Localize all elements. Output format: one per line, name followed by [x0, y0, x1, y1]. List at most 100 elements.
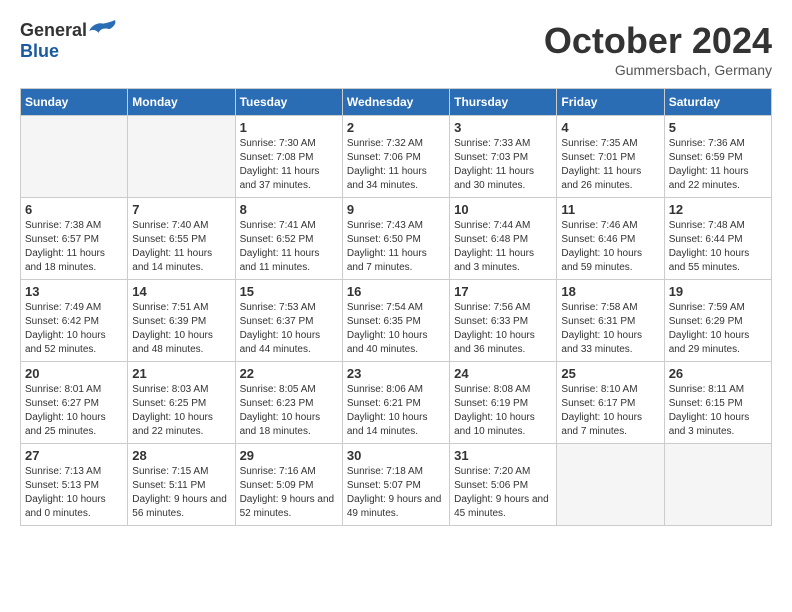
logo-bird-icon [89, 20, 117, 42]
day-number: 30 [347, 448, 445, 463]
calendar-cell: 25 Sunrise: 8:10 AMSunset: 6:17 PMDayligh… [557, 362, 664, 444]
calendar-cell: 11 Sunrise: 7:46 AMSunset: 6:46 PMDayligh… [557, 198, 664, 280]
calendar-cell: 19Sunrise: 7:59 AMSunset: 6:29 PMDayligh… [664, 280, 771, 362]
day-number: 29 [240, 448, 338, 463]
calendar-cell: 21Sunrise: 8:03 AMSunset: 6:25 PMDayligh… [128, 362, 235, 444]
calendar-cell: 5 Sunrise: 7:36 AMSunset: 6:59 PMDaylight… [664, 116, 771, 198]
day-header-tuesday: Tuesday [235, 89, 342, 116]
calendar-cell: 12Sunrise: 7:48 AMSunset: 6:44 PMDayligh… [664, 198, 771, 280]
day-number: 23 [347, 366, 445, 381]
logo-general: General [20, 21, 87, 41]
calendar-cell [557, 444, 664, 526]
logo: General Blue [20, 20, 117, 62]
calendar-cell: 22 Sunrise: 8:05 AMSunset: 6:23 PMDayligh… [235, 362, 342, 444]
day-number: 7 [132, 202, 230, 217]
day-info: Sunrise: 7:32 AMSunset: 7:06 PMDaylight:… [347, 137, 445, 193]
day-number: 5 [669, 120, 767, 135]
day-info: Sunrise: 8:06 AMSunset: 6:21 PMDaylight:… [347, 383, 445, 439]
calendar-header-row: SundayMondayTuesdayWednesdayThursdayFrid… [21, 89, 772, 116]
day-number: 19 [669, 284, 767, 299]
calendar-week-4: 20Sunrise: 8:01 AMSunset: 6:27 PMDayligh… [21, 362, 772, 444]
day-info: Sunrise: 7:33 AMSunset: 7:03 PMDaylight:… [454, 137, 552, 193]
calendar-cell: 16Sunrise: 7:54 AMSunset: 6:35 PMDayligh… [342, 280, 449, 362]
calendar-cell: 7 Sunrise: 7:40 AMSunset: 6:55 PMDaylight… [128, 198, 235, 280]
day-info: Sunrise: 8:08 AMSunset: 6:19 PMDaylight:… [454, 383, 552, 439]
calendar-cell: 24 Sunrise: 8:08 AMSunset: 6:19 PMDayligh… [450, 362, 557, 444]
day-number: 22 [240, 366, 338, 381]
day-info: Sunrise: 7:44 AMSunset: 6:48 PMDaylight:… [454, 219, 552, 275]
day-number: 13 [25, 284, 123, 299]
day-info: Sunrise: 8:05 AMSunset: 6:23 PMDaylight:… [240, 383, 338, 439]
calendar-body: 1 Sunrise: 7:30 AMSunset: 7:08 PMDaylight… [21, 116, 772, 526]
day-info: Sunrise: 7:51 AMSunset: 6:39 PMDaylight:… [132, 301, 230, 357]
month-title: October 2024 [544, 20, 772, 62]
day-info: Sunrise: 7:36 AMSunset: 6:59 PMDaylight:… [669, 137, 767, 193]
day-number: 26 [669, 366, 767, 381]
calendar-cell: 9Sunrise: 7:43 AMSunset: 6:50 PMDaylight… [342, 198, 449, 280]
header: General Blue October 2024 Gummersbach, G… [20, 20, 772, 78]
day-number: 27 [25, 448, 123, 463]
day-info: Sunrise: 7:35 AMSunset: 7:01 PMDaylight:… [561, 137, 659, 193]
day-number: 12 [669, 202, 767, 217]
day-number: 28 [132, 448, 230, 463]
calendar-cell: 10Sunrise: 7:44 AMSunset: 6:48 PMDayligh… [450, 198, 557, 280]
day-info: Sunrise: 8:10 AMSunset: 6:17 PMDaylight:… [561, 383, 659, 439]
day-number: 8 [240, 202, 338, 217]
day-number: 14 [132, 284, 230, 299]
calendar-week-5: 27 Sunrise: 7:13 AMSunset: 5:13 PMDayligh… [21, 444, 772, 526]
calendar-cell: 30Sunrise: 7:18 AMSunset: 5:07 PMDayligh… [342, 444, 449, 526]
calendar-cell: 3 Sunrise: 7:33 AMSunset: 7:03 PMDaylight… [450, 116, 557, 198]
calendar-cell: 18 Sunrise: 7:58 AMSunset: 6:31 PMDayligh… [557, 280, 664, 362]
day-info: Sunrise: 8:03 AMSunset: 6:25 PMDaylight:… [132, 383, 230, 439]
day-number: 2 [347, 120, 445, 135]
day-info: Sunrise: 7:40 AMSunset: 6:55 PMDaylight:… [132, 219, 230, 275]
calendar-cell: 23 Sunrise: 8:06 AMSunset: 6:21 PMDayligh… [342, 362, 449, 444]
calendar-cell [128, 116, 235, 198]
day-info: Sunrise: 7:38 AMSunset: 6:57 PMDaylight:… [25, 219, 123, 275]
day-number: 18 [561, 284, 659, 299]
day-info: Sunrise: 7:20 AMSunset: 5:06 PMDaylight:… [454, 465, 552, 521]
calendar-cell: 15 Sunrise: 7:53 AMSunset: 6:37 PMDayligh… [235, 280, 342, 362]
calendar-cell: 8 Sunrise: 7:41 AMSunset: 6:52 PMDaylight… [235, 198, 342, 280]
day-info: Sunrise: 7:15 AMSunset: 5:11 PMDaylight:… [132, 465, 230, 521]
calendar-cell [21, 116, 128, 198]
calendar-cell: 31Sunrise: 7:20 AMSunset: 5:06 PMDayligh… [450, 444, 557, 526]
day-number: 17 [454, 284, 552, 299]
day-info: Sunrise: 7:13 AMSunset: 5:13 PMDaylight:… [25, 465, 123, 521]
calendar-week-3: 13Sunrise: 7:49 AMSunset: 6:42 PMDayligh… [21, 280, 772, 362]
day-header-saturday: Saturday [664, 89, 771, 116]
day-info: Sunrise: 7:30 AMSunset: 7:08 PMDaylight:… [240, 137, 338, 193]
calendar-cell: 6 Sunrise: 7:38 AMSunset: 6:57 PMDaylight… [21, 198, 128, 280]
day-info: Sunrise: 7:56 AMSunset: 6:33 PMDaylight:… [454, 301, 552, 357]
day-info: Sunrise: 7:58 AMSunset: 6:31 PMDaylight:… [561, 301, 659, 357]
day-number: 4 [561, 120, 659, 135]
calendar-cell: 20Sunrise: 8:01 AMSunset: 6:27 PMDayligh… [21, 362, 128, 444]
subtitle: Gummersbach, Germany [544, 62, 772, 78]
calendar-cell: 27 Sunrise: 7:13 AMSunset: 5:13 PMDayligh… [21, 444, 128, 526]
calendar-cell: 26Sunrise: 8:11 AMSunset: 6:15 PMDayligh… [664, 362, 771, 444]
day-number: 24 [454, 366, 552, 381]
day-header-thursday: Thursday [450, 89, 557, 116]
day-info: Sunrise: 7:53 AMSunset: 6:37 PMDaylight:… [240, 301, 338, 357]
calendar-cell: 1 Sunrise: 7:30 AMSunset: 7:08 PMDaylight… [235, 116, 342, 198]
day-info: Sunrise: 7:41 AMSunset: 6:52 PMDaylight:… [240, 219, 338, 275]
calendar-cell: 14 Sunrise: 7:51 AMSunset: 6:39 PMDayligh… [128, 280, 235, 362]
day-number: 9 [347, 202, 445, 217]
day-number: 11 [561, 202, 659, 217]
day-number: 1 [240, 120, 338, 135]
calendar-cell: 28 Sunrise: 7:15 AMSunset: 5:11 PMDayligh… [128, 444, 235, 526]
day-number: 3 [454, 120, 552, 135]
calendar-table: SundayMondayTuesdayWednesdayThursdayFrid… [20, 88, 772, 526]
day-number: 15 [240, 284, 338, 299]
calendar-cell [664, 444, 771, 526]
day-header-monday: Monday [128, 89, 235, 116]
day-info: Sunrise: 7:54 AMSunset: 6:35 PMDaylight:… [347, 301, 445, 357]
day-info: Sunrise: 7:46 AMSunset: 6:46 PMDaylight:… [561, 219, 659, 275]
calendar-cell: 13Sunrise: 7:49 AMSunset: 6:42 PMDayligh… [21, 280, 128, 362]
day-info: Sunrise: 7:16 AMSunset: 5:09 PMDaylight:… [240, 465, 338, 521]
day-number: 6 [25, 202, 123, 217]
calendar-cell: 4 Sunrise: 7:35 AMSunset: 7:01 PMDaylight… [557, 116, 664, 198]
day-header-wednesday: Wednesday [342, 89, 449, 116]
day-number: 25 [561, 366, 659, 381]
calendar-week-1: 1 Sunrise: 7:30 AMSunset: 7:08 PMDaylight… [21, 116, 772, 198]
